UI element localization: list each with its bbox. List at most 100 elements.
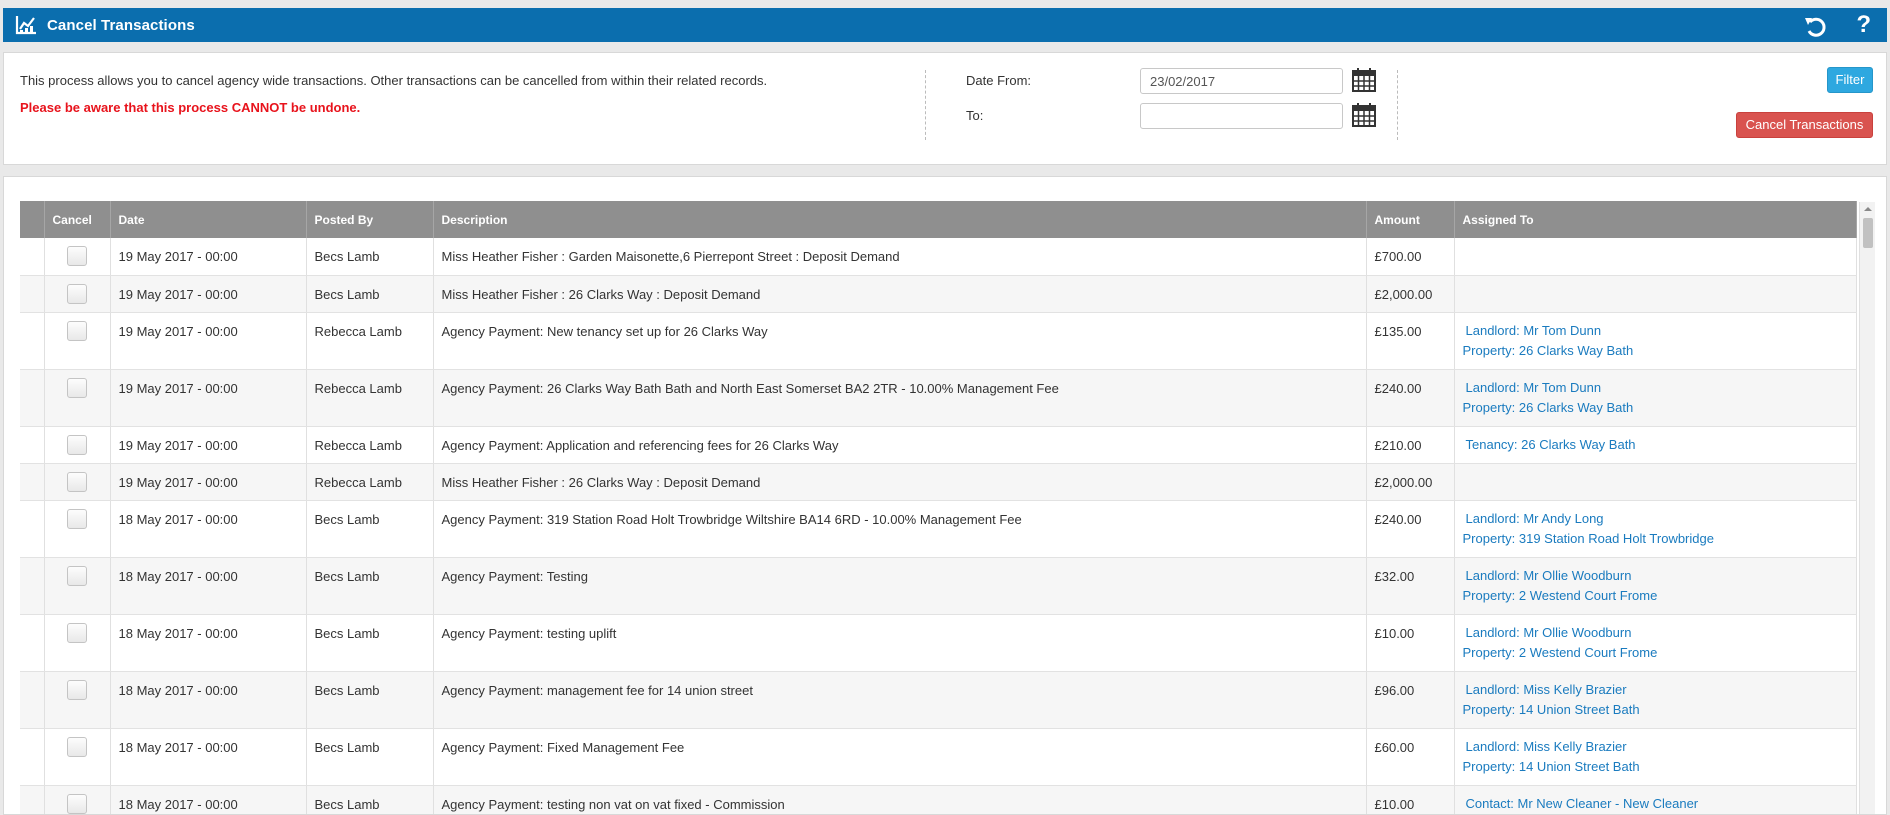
undo-icon[interactable] (1803, 14, 1829, 38)
table-row[interactable]: 19 May 2017 - 00:00 Rebecca Lamb Agency Pa… (20, 312, 1857, 370)
description-cell: Agency Payment: management fee for 14 un… (433, 671, 1367, 729)
cancel-checkbox[interactable] (67, 283, 87, 304)
row-spacer (20, 557, 45, 615)
column-header-posted-by[interactable]: Posted By (306, 201, 434, 238)
cancel-checkbox[interactable] (67, 679, 87, 700)
assigned-link[interactable]: Landlord: Miss Kelly Brazier (1463, 680, 1848, 700)
chart-icon (15, 16, 36, 35)
amount-cell: £2,000.00 (1366, 463, 1455, 501)
assigned-link[interactable]: Property: 14 Union Street Bath (1463, 757, 1848, 777)
transactions-table: Cancel Date Posted By Description Amount… (20, 201, 1857, 814)
cancel-checkbox[interactable] (67, 377, 87, 398)
date-to-field[interactable] (1140, 103, 1343, 129)
cancel-transactions-button[interactable]: Cancel Transactions (1736, 112, 1873, 138)
row-spacer (20, 426, 45, 464)
help-button[interactable]: ? (1856, 10, 1871, 40)
assigned-to-cell: Landlord: Mr Ollie Woodburn Property: 2 W… (1454, 614, 1857, 672)
cancel-checkbox[interactable] (67, 622, 87, 643)
assigned-link[interactable]: Landlord: Mr Ollie Woodburn (1463, 566, 1848, 586)
process-description: This process allows you to cancel agency… (20, 73, 768, 88)
assigned-link[interactable]: Property: 2 Westend Court Frome (1463, 643, 1848, 663)
cancel-checkbox[interactable] (67, 246, 87, 266)
cancel-cell (44, 557, 111, 615)
table-row[interactable]: 18 May 2017 - 00:00 Becs Lamb Agency Payme… (20, 728, 1857, 786)
table-row[interactable]: 19 May 2017 - 00:00 Becs Lamb Miss Heather… (20, 238, 1857, 276)
cancel-cell (44, 614, 111, 672)
cancel-checkbox[interactable] (67, 508, 87, 529)
assigned-to-cell: Landlord: Mr Tom Dunn Property: 26 Clarks… (1454, 369, 1857, 427)
assigned-link[interactable]: Landlord: Mr Andy Long (1463, 509, 1848, 529)
posted-by-cell: Becs Lamb (306, 238, 434, 276)
calendar-icon[interactable] (1351, 102, 1377, 128)
assigned-link[interactable]: Landlord: Miss Kelly Brazier (1463, 737, 1848, 757)
assigned-link[interactable]: Property: 14 Union Street Bath (1463, 700, 1848, 720)
description-cell: Miss Heather Fisher : 26 Clarks Way : De… (433, 275, 1367, 313)
date-cell: 19 May 2017 - 00:00 (110, 369, 307, 427)
cancel-checkbox[interactable] (67, 434, 87, 455)
date-cell: 19 May 2017 - 00:00 (110, 463, 307, 501)
posted-by-cell: Rebecca Lamb (306, 369, 434, 427)
column-header-description[interactable]: Description (433, 201, 1367, 238)
assigned-link[interactable]: Property: 26 Clarks Way Bath (1463, 341, 1848, 361)
amount-cell: £60.00 (1366, 728, 1455, 786)
cancel-checkbox[interactable] (67, 471, 87, 492)
scroll-up-arrow-icon[interactable] (1860, 202, 1876, 216)
cancel-cell (44, 500, 111, 558)
table-row[interactable]: 18 May 2017 - 00:00 Becs Lamb Agency Payme… (20, 785, 1857, 814)
amount-cell: £10.00 (1366, 785, 1455, 814)
filter-button[interactable]: Filter (1827, 67, 1873, 93)
row-spacer (20, 728, 45, 786)
posted-by-cell: Rebecca Lamb (306, 312, 434, 370)
date-cell: 19 May 2017 - 00:00 (110, 312, 307, 370)
table-row[interactable]: 19 May 2017 - 00:00 Becs Lamb Miss Heather… (20, 275, 1857, 313)
scrollbar-thumb[interactable] (1863, 218, 1873, 248)
posted-by-cell: Becs Lamb (306, 728, 434, 786)
table-row[interactable]: 18 May 2017 - 00:00 Becs Lamb Agency Payme… (20, 500, 1857, 558)
assigned-link[interactable]: Tenancy: 26 Clarks Way Bath (1463, 435, 1848, 455)
row-spacer (20, 671, 45, 729)
cancel-checkbox[interactable] (67, 565, 87, 586)
assigned-link[interactable]: Property: 319 Station Road Holt Trowbrid… (1463, 529, 1848, 549)
description-cell: Agency Payment: Fixed Management Fee (433, 728, 1367, 786)
description-cell: Agency Payment: testing uplift (433, 614, 1367, 672)
table-row[interactable]: 18 May 2017 - 00:00 Becs Lamb Agency Payme… (20, 557, 1857, 615)
table-row[interactable]: 18 May 2017 - 00:00 Becs Lamb Agency Payme… (20, 614, 1857, 672)
column-header-date[interactable]: Date (110, 201, 307, 238)
cancel-cell (44, 728, 111, 786)
table-row[interactable]: 19 May 2017 - 00:00 Rebecca Lamb Miss Heat… (20, 463, 1857, 501)
table-row[interactable]: 19 May 2017 - 00:00 Rebecca Lamb Agency Pa… (20, 426, 1857, 464)
table-row[interactable]: 18 May 2017 - 00:00 Becs Lamb Agency Payme… (20, 671, 1857, 729)
posted-by-cell: Becs Lamb (306, 500, 434, 558)
date-cell: 19 May 2017 - 00:00 (110, 426, 307, 464)
scrollbar[interactable] (1859, 202, 1876, 814)
cancel-checkbox[interactable] (67, 793, 87, 814)
cancel-checkbox[interactable] (67, 736, 87, 757)
cancel-cell (44, 426, 111, 464)
row-spacer (20, 785, 45, 814)
assigned-link[interactable]: Property: 26 Clarks Way Bath (1463, 398, 1848, 418)
assigned-to-cell (1454, 238, 1857, 276)
description-cell: Agency Payment: testing non vat on vat f… (433, 785, 1367, 814)
calendar-icon[interactable] (1351, 67, 1377, 93)
cancel-checkbox[interactable] (67, 320, 87, 341)
assigned-link[interactable]: Landlord: Mr Tom Dunn (1463, 321, 1848, 341)
table-row[interactable]: 19 May 2017 - 00:00 Rebecca Lamb Agency Pa… (20, 369, 1857, 427)
column-header-cancel[interactable]: Cancel (44, 201, 111, 238)
amount-cell: £240.00 (1366, 500, 1455, 558)
description-cell: Agency Payment: 319 Station Road Holt Tr… (433, 500, 1367, 558)
assigned-to-cell: Landlord: Mr Ollie Woodburn Property: 2 W… (1454, 557, 1857, 615)
column-header-assigned-to[interactable]: Assigned To (1454, 201, 1857, 238)
transactions-grid: Cancel Date Posted By Description Amount… (3, 176, 1887, 815)
assigned-link[interactable]: Landlord: Mr Tom Dunn (1463, 378, 1848, 398)
assigned-link[interactable]: Landlord: Mr Ollie Woodburn (1463, 623, 1848, 643)
assigned-link[interactable]: Contact: Mr New Cleaner - New Cleaner (1463, 794, 1848, 814)
date-from-field[interactable] (1140, 68, 1343, 94)
amount-cell: £2,000.00 (1366, 275, 1455, 313)
table-header: Cancel Date Posted By Description Amount… (20, 201, 1857, 238)
description-cell: Agency Payment: 26 Clarks Way Bath Bath … (433, 369, 1367, 427)
posted-by-cell: Becs Lamb (306, 671, 434, 729)
assigned-link[interactable]: Property: 2 Westend Court Frome (1463, 586, 1848, 606)
column-header-amount[interactable]: Amount (1366, 201, 1455, 238)
cancel-cell (44, 671, 111, 729)
row-spacer (20, 614, 45, 672)
